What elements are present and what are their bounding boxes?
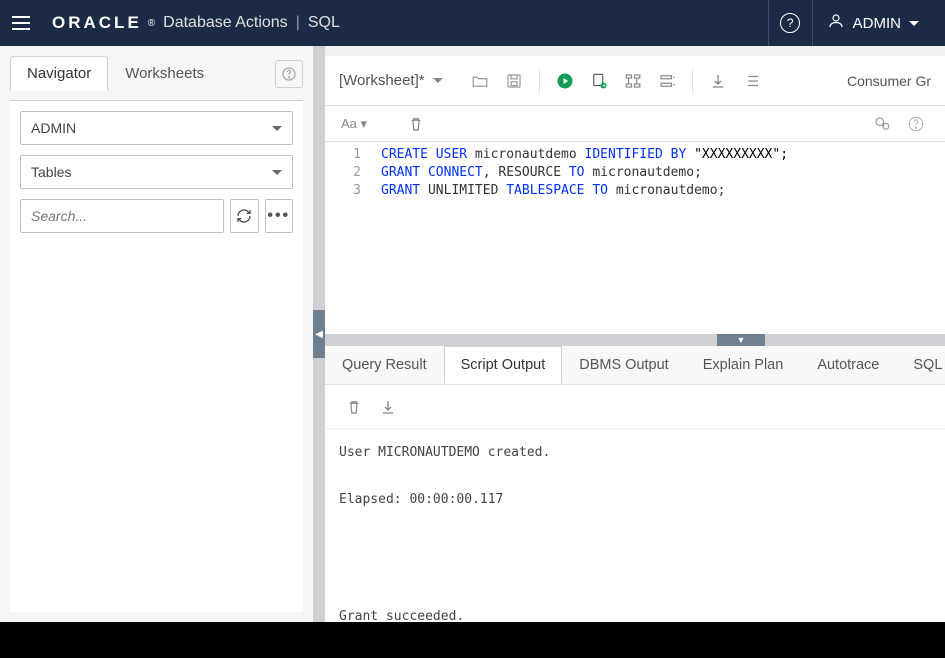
schema-select[interactable]: ADMIN [20, 111, 293, 145]
object-type-select[interactable]: Tables [20, 155, 293, 189]
user-label: ADMIN [853, 15, 901, 32]
splitter-handle-icon: ◀ [313, 310, 325, 358]
worksheet-dropdown-icon[interactable] [433, 78, 443, 83]
run-button[interactable] [550, 66, 580, 96]
chevron-down-icon [909, 21, 919, 26]
tab-navigator[interactable]: Navigator [10, 56, 108, 91]
save-button[interactable] [499, 66, 529, 96]
refresh-button[interactable] [230, 199, 259, 233]
schema-value: ADMIN [31, 120, 76, 136]
worksheet-label: [Worksheet]* [339, 72, 425, 89]
tab-script-output[interactable]: Script Output [444, 346, 563, 384]
tab-sql-history[interactable]: SQL Hist [896, 346, 945, 384]
find-button[interactable] [867, 109, 897, 139]
download-output-button[interactable] [373, 392, 403, 422]
section-title: SQL [308, 14, 340, 32]
help-button[interactable] [901, 109, 931, 139]
user-menu[interactable]: ADMIN [812, 0, 933, 46]
line-gutter: 1 2 3 [325, 142, 381, 334]
more-button[interactable]: ••• [265, 199, 294, 233]
tab-dbms-output[interactable]: DBMS Output [562, 346, 685, 384]
user-icon [827, 12, 845, 34]
consumer-group-label: Consumer Gr [847, 73, 931, 89]
brand-logo: ORACLE [52, 13, 142, 33]
explain-plan-button[interactable] [618, 66, 648, 96]
tab-query-result[interactable]: Query Result [325, 346, 444, 384]
clear-button[interactable] [401, 109, 431, 139]
script-output-body: User MICRONAUTDEMO created. Elapsed: 00:… [325, 429, 945, 622]
panel-help-icon[interactable] [275, 60, 303, 88]
tab-worksheets[interactable]: Worksheets [108, 56, 221, 91]
tab-autotrace[interactable]: Autotrace [800, 346, 896, 384]
autotrace-button[interactable] [652, 66, 682, 96]
open-file-button[interactable] [465, 66, 495, 96]
run-script-button[interactable] [584, 66, 614, 96]
chevron-down-icon [272, 170, 282, 175]
code-editor[interactable]: CREATE USER micronautdemo IDENTIFIED BY … [381, 142, 788, 334]
font-size-button[interactable]: Aa ▾ [339, 109, 369, 139]
vertical-splitter[interactable]: ◀ [313, 46, 325, 622]
horizontal-splitter[interactable]: ▼ [325, 334, 945, 346]
format-button[interactable] [737, 66, 767, 96]
reg-mark: ® [148, 18, 155, 29]
splitter-handle-icon: ▼ [717, 334, 765, 346]
tab-explain-plan[interactable]: Explain Plan [686, 346, 801, 384]
search-input[interactable] [20, 199, 224, 233]
download-button[interactable] [703, 66, 733, 96]
menu-icon[interactable] [12, 12, 34, 34]
object-type-value: Tables [31, 164, 71, 180]
clear-output-button[interactable] [339, 392, 369, 422]
app-title: Database Actions [163, 14, 288, 32]
header-help-icon[interactable]: ? [768, 0, 812, 46]
separator: | [296, 14, 300, 32]
chevron-down-icon [272, 126, 282, 131]
